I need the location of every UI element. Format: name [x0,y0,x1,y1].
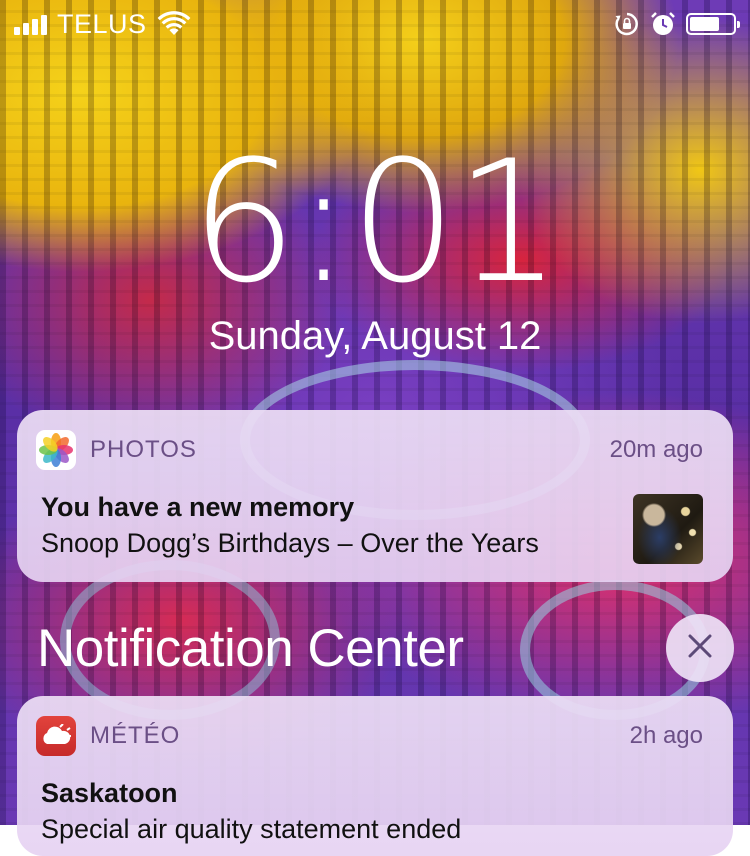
alarm-clock-icon [650,11,676,37]
battery-icon [686,13,740,35]
lock-screen-time: 6:01 [190,124,561,320]
app-name: MÉTÉO [90,722,181,749]
notification-text: Snoop Dogg’s Birthdays – Over the Years [41,528,539,558]
status-bar-left: TELUS [14,9,191,40]
lock-screen-date: Sunday, August 12 [208,314,542,358]
notification-center-title: Notification Center [37,619,464,678]
notification-header: PHOTOS 20m ago [17,410,733,490]
notification-time: 20m ago [609,436,703,463]
signal-bars-icon [14,13,47,35]
weather-app-icon [36,716,76,756]
notification-header: MÉTÉO 2h ago [17,696,733,776]
weather-notification[interactable]: MÉTÉO 2h ago Saskatoon Special air quali… [17,696,733,856]
notification-body: Saskatoon Special air quality statement … [17,776,733,848]
notification-body: You have a new memory Snoop Dogg’s Birth… [17,490,733,562]
app-name: PHOTOS [90,436,197,463]
close-icon [687,633,713,664]
carrier-name: TELUS [57,8,147,39]
battery-level [690,17,720,31]
photos-app-icon [36,430,76,470]
notification-time: 2h ago [629,722,703,749]
notification-title: Saskatoon [41,778,178,808]
notification-text: Special air quality statement ended [41,814,462,844]
wifi-icon [157,11,191,37]
photos-notification[interactable]: PHOTOS 20m ago You have a new memory Sno… [17,410,733,582]
status-bar: TELUS [0,0,750,48]
status-bar-right [614,11,740,37]
memory-thumbnail [633,494,703,564]
notification-title: You have a new memory [41,492,355,522]
orientation-lock-icon [614,11,640,37]
clear-notifications-button[interactable] [666,614,734,682]
